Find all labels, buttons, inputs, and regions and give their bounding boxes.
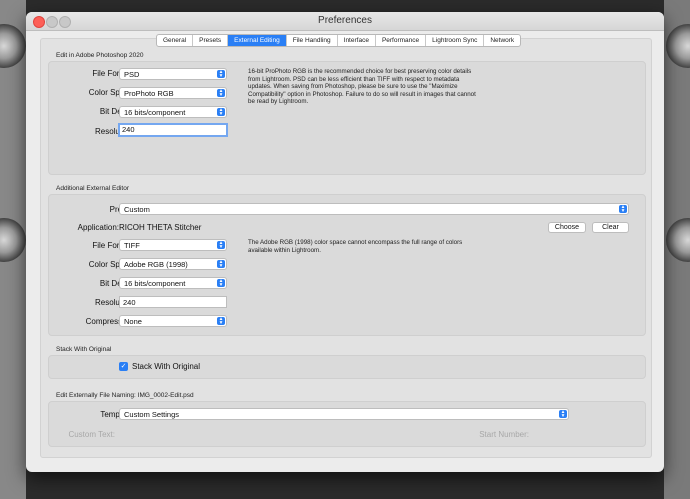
tab-performance[interactable]: Performance	[376, 35, 427, 46]
popup-arrows-icon: ▴ ▾	[217, 88, 225, 98]
tab-external-editing[interactable]: External Editing	[228, 35, 287, 46]
tab-file-handling[interactable]: File Handling	[287, 35, 338, 46]
popup-arrows-icon: ▴ ▾	[619, 204, 627, 214]
choose-button[interactable]: Choose	[548, 222, 586, 233]
naming-example: IMG_0002-Edit.psd	[137, 392, 194, 399]
popup-arrows-icon: ▴ ▾	[217, 240, 225, 250]
preset-popup[interactable]: Custom ▴ ▾	[119, 203, 629, 215]
ps-color-space-value: ProPhoto RGB	[124, 89, 174, 98]
ext-resolution-input[interactable]: 240	[119, 296, 227, 308]
popup-arrows-icon: ▴ ▾	[217, 69, 225, 79]
start-number-label: Start Number:	[479, 430, 529, 439]
ext-color-space-popup[interactable]: Adobe RGB (1998) ▴ ▾	[119, 258, 227, 270]
ps-file-format-value: PSD	[124, 70, 140, 79]
custom-text-label: Custom Text:	[68, 430, 115, 439]
ext-bit-depth-popup[interactable]: 16 bits/component ▴ ▾	[119, 277, 227, 289]
popup-arrows-icon: ▴ ▾	[217, 278, 225, 288]
preferences-tab-bar: General Presets External Editing File Ha…	[156, 34, 522, 47]
stack-with-original-checkbox[interactable]: ✓	[119, 362, 128, 371]
ext-note: The Adobe RGB (1998) color space cannot …	[248, 239, 463, 254]
ext-bit-depth-value: 16 bits/component	[124, 279, 186, 288]
ps-bit-depth-popup[interactable]: 16 bits/component ▴ ▾	[119, 106, 227, 118]
template-popup[interactable]: Custom Settings ▴ ▾	[119, 408, 569, 420]
tab-lightroom-sync[interactable]: Lightroom Sync	[426, 35, 485, 46]
ps-bit-depth-value: 16 bits/component	[124, 108, 186, 117]
ext-file-format-value: TIFF	[124, 241, 140, 250]
compression-value: None	[124, 317, 142, 326]
stack-with-original-label[interactable]: Stack With Original	[132, 362, 200, 371]
external-section-title: Additional External Editor	[56, 185, 129, 192]
compression-popup[interactable]: None ▴ ▾	[119, 315, 227, 327]
template-value: Custom Settings	[124, 410, 180, 419]
ps-note: 16-bit ProPhoto RGB is the recommended c…	[248, 68, 476, 106]
tab-network[interactable]: Network	[484, 35, 520, 46]
clear-button[interactable]: Clear	[592, 222, 629, 233]
tab-interface[interactable]: Interface	[338, 35, 376, 46]
application-value: RICOH THETA Stitcher	[119, 223, 202, 232]
ps-file-format-popup[interactable]: PSD ▴ ▾	[119, 68, 227, 80]
preferences-content: Edit in Adobe Photoshop 2020 File Format…	[40, 38, 652, 458]
tab-presets[interactable]: Presets	[193, 35, 229, 46]
preset-value: Custom	[124, 205, 150, 214]
photoshop-section-title: Edit in Adobe Photoshop 2020	[56, 52, 144, 59]
popup-arrows-icon: ▴ ▾	[559, 409, 567, 419]
popup-arrows-icon: ▴ ▾	[217, 107, 225, 117]
ps-resolution-input[interactable]: 240	[118, 123, 228, 137]
popup-arrows-icon: ▴ ▾	[217, 259, 225, 269]
popup-arrows-icon: ▴ ▾	[217, 316, 225, 326]
ext-file-format-popup[interactable]: TIFF ▴ ▾	[119, 239, 227, 251]
tab-general[interactable]: General	[157, 35, 194, 46]
ps-color-space-popup[interactable]: ProPhoto RGB ▴ ▾	[119, 87, 227, 99]
preferences-window: Preferences Edit in Adobe Photoshop 2020…	[26, 12, 664, 472]
ext-color-space-value: Adobe RGB (1998)	[124, 260, 188, 269]
window-title: Preferences	[318, 15, 372, 26]
naming-title: Edit Externally File Naming:	[56, 392, 136, 399]
stack-section-title: Stack With Original	[56, 346, 112, 353]
title-bar[interactable]: Preferences	[26, 12, 664, 31]
application-label: Application:	[77, 223, 119, 232]
naming-section-title: Edit Externally File Naming: IMG_0002-Ed…	[56, 392, 194, 399]
